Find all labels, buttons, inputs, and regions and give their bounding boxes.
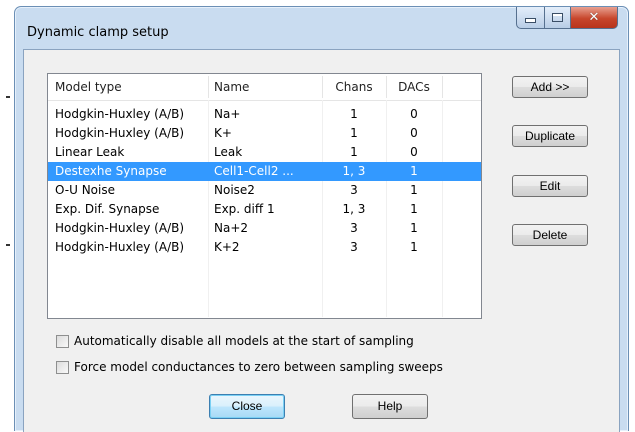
background-mark bbox=[6, 244, 10, 246]
auto-disable-label[interactable]: Automatically disable all models at the … bbox=[74, 334, 414, 348]
column-divider[interactable] bbox=[386, 76, 387, 98]
cell-name: Noise2 bbox=[214, 183, 255, 197]
close-window-button[interactable]: ✕ bbox=[571, 7, 618, 29]
dialog-window: Dynamic clamp setup ✕ Model type Name Ch… bbox=[14, 6, 629, 432]
cell-model-type: O-U Noise bbox=[55, 183, 115, 197]
cell-chans: 1 bbox=[350, 107, 358, 121]
cell-model-type: Hodgkin-Huxley (A/B) bbox=[55, 126, 185, 140]
table-row[interactable]: Hodgkin-Huxley (A/B) K+ 1 0 bbox=[48, 124, 481, 143]
cell-name: Cell1-Cell2 ... bbox=[214, 164, 294, 178]
background-desktop bbox=[0, 0, 14, 430]
column-header-dacs[interactable]: DACs bbox=[388, 74, 440, 100]
column-header-model-type[interactable]: Model type bbox=[55, 74, 205, 100]
column-header-name[interactable]: Name bbox=[214, 74, 322, 100]
cell-name: Leak bbox=[214, 145, 243, 159]
cell-chans: 3 bbox=[350, 240, 358, 254]
cell-dacs: 1 bbox=[410, 221, 418, 235]
force-zero-label[interactable]: Force model conductances to zero between… bbox=[74, 360, 443, 374]
model-list[interactable]: Model type Name Chans DACs Hodgkin-Huxle… bbox=[47, 73, 482, 319]
table-row[interactable]: Exp. Dif. Synapse Exp. diff 1 1, 3 1 bbox=[48, 200, 481, 219]
cell-name: K+2 bbox=[214, 240, 240, 254]
cell-name: Exp. diff 1 bbox=[214, 202, 275, 216]
cell-model-type: Linear Leak bbox=[55, 145, 125, 159]
dialog-client-area: Model type Name Chans DACs Hodgkin-Huxle… bbox=[23, 49, 620, 432]
cell-dacs: 1 bbox=[410, 202, 418, 216]
force-zero-checkbox[interactable] bbox=[56, 360, 69, 374]
add-button[interactable]: Add >> bbox=[512, 76, 588, 98]
help-button[interactable]: Help bbox=[352, 394, 428, 419]
cell-dacs: 1 bbox=[410, 164, 418, 178]
table-row[interactable]: Hodgkin-Huxley (A/B) Na+2 3 1 bbox=[48, 219, 481, 238]
table-row[interactable]: Hodgkin-Huxley (A/B) K+2 3 1 bbox=[48, 238, 481, 257]
cell-dacs: 0 bbox=[410, 145, 418, 159]
cell-model-type: Hodgkin-Huxley (A/B) bbox=[55, 107, 185, 121]
caption-buttons: ✕ bbox=[516, 7, 618, 29]
duplicate-button[interactable]: Duplicate bbox=[512, 125, 588, 147]
cell-chans: 1 bbox=[350, 145, 358, 159]
cell-model-type: Hodgkin-Huxley (A/B) bbox=[55, 221, 185, 235]
cell-chans: 1, 3 bbox=[342, 164, 366, 178]
maximize-button[interactable] bbox=[545, 7, 571, 29]
delete-button[interactable]: Delete bbox=[512, 224, 588, 246]
force-zero-option[interactable]: Force model conductances to zero between… bbox=[56, 359, 443, 375]
title-bar[interactable]: Dynamic clamp setup ✕ bbox=[15, 7, 628, 49]
table-row[interactable]: Linear Leak Leak 1 0 bbox=[48, 143, 481, 162]
column-header-chans[interactable]: Chans bbox=[324, 74, 384, 100]
table-row[interactable]: Hodgkin-Huxley (A/B) Na+ 1 0 bbox=[48, 105, 481, 124]
cell-chans: 3 bbox=[350, 183, 358, 197]
cell-model-type: Destexhe Synapse bbox=[55, 164, 167, 178]
column-divider[interactable] bbox=[208, 76, 209, 98]
column-divider[interactable] bbox=[322, 76, 323, 98]
window-title: Dynamic clamp setup bbox=[27, 25, 169, 40]
cell-chans: 1, 3 bbox=[342, 202, 366, 216]
minimize-button[interactable] bbox=[516, 7, 545, 29]
cell-chans: 1 bbox=[350, 126, 358, 140]
edit-button[interactable]: Edit bbox=[512, 175, 588, 197]
cell-chans: 3 bbox=[350, 221, 358, 235]
cell-name: K+ bbox=[214, 126, 232, 140]
cell-model-type: Hodgkin-Huxley (A/B) bbox=[55, 240, 185, 254]
background-mark bbox=[6, 96, 10, 98]
minimize-icon bbox=[525, 18, 536, 23]
cell-name: Na+2 bbox=[214, 221, 249, 235]
auto-disable-option[interactable]: Automatically disable all models at the … bbox=[56, 333, 414, 349]
cell-dacs: 0 bbox=[410, 107, 418, 121]
table-row-selected[interactable]: Destexhe Synapse Cell1-Cell2 ... 1, 3 1 bbox=[48, 162, 481, 181]
auto-disable-checkbox[interactable] bbox=[56, 334, 69, 348]
maximize-icon bbox=[552, 13, 563, 22]
cell-name: Na+ bbox=[214, 107, 241, 121]
close-icon: ✕ bbox=[588, 10, 600, 25]
close-button[interactable]: Close bbox=[209, 394, 285, 419]
cell-model-type: Exp. Dif. Synapse bbox=[55, 202, 160, 216]
column-divider[interactable] bbox=[442, 76, 443, 98]
table-row[interactable]: O-U Noise Noise2 3 1 bbox=[48, 181, 481, 200]
cell-dacs: 1 bbox=[410, 183, 418, 197]
list-header: Model type Name Chans DACs bbox=[48, 74, 481, 101]
cell-dacs: 0 bbox=[410, 126, 418, 140]
cell-dacs: 1 bbox=[410, 240, 418, 254]
